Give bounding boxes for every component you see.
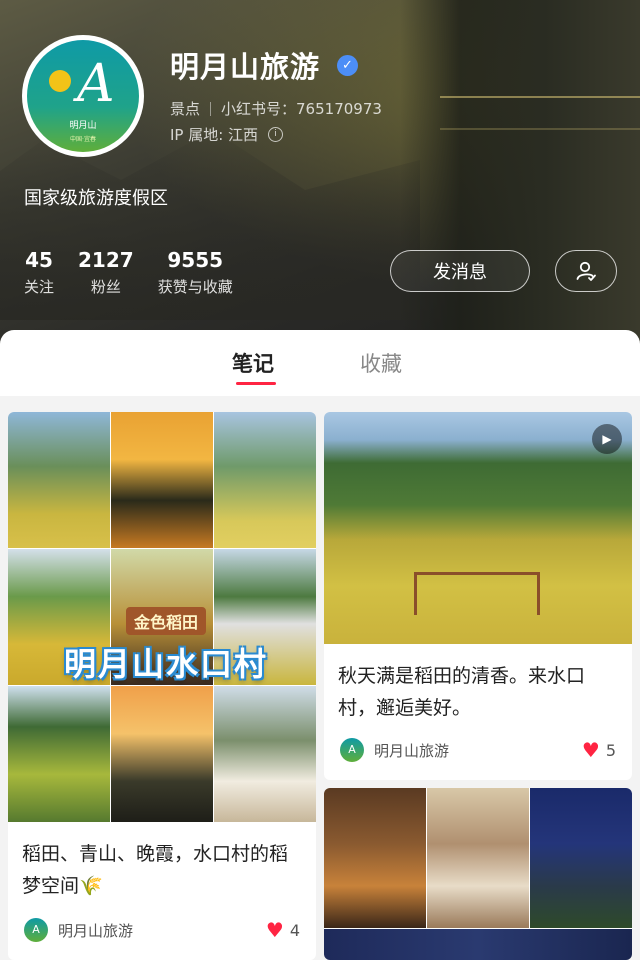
note-title: 秋天满是稻田的清香。来水口村，邂逅美好。 (338, 665, 586, 719)
collage-main-title: 明月山水口村 (63, 645, 268, 683)
stat-label: 关注 (24, 278, 55, 296)
profile-header: A 明月山 中国·宜春 明月山旅游 ✓ 景点 小红书号：765170973 IP… (0, 0, 640, 360)
collage-tile (214, 412, 316, 548)
profile-stats: 45 关注 2127 粉丝 9555 获赞与收藏 (24, 248, 257, 297)
verified-icon: ✓ (337, 55, 358, 76)
author-avatar: A (340, 738, 364, 762)
collage-tile (324, 929, 632, 960)
cliff-backdrop (400, 0, 640, 360)
stat-label: 获赞与收藏 (157, 278, 233, 296)
stat-value: 45 (25, 248, 53, 272)
note-card[interactable] (324, 788, 632, 960)
collage-tile (111, 412, 213, 548)
like-count: 4 (289, 920, 300, 940)
note-card[interactable]: ▶ 秋天满是稻田的清香。来水口村，邂逅美好。 A 明月山旅游 ♥ 5 (324, 412, 632, 780)
collage-tile (324, 788, 426, 928)
note-title: 稻田、青山、晚霞，水口村的稻梦空间🌾 (22, 843, 289, 897)
heart-icon: ♥ (581, 738, 600, 762)
divider (210, 101, 212, 116)
active-tab-indicator (236, 382, 276, 385)
sun-icon (49, 70, 71, 92)
collage-overlay-title: 金色稻田 明月山水口村 (26, 607, 306, 685)
avatar-logo: A 明月山 中国·宜春 (27, 40, 139, 152)
like-button[interactable]: ♥ 4 (266, 920, 300, 940)
note-cover-photo: ▶ (324, 412, 632, 644)
tab-notes[interactable]: 笔记 (232, 348, 274, 378)
stat-likes-collects[interactable]: 9555 获赞与收藏 (158, 248, 233, 297)
category-label: 景点 (170, 100, 201, 118)
collage-tile (530, 788, 632, 928)
send-message-button[interactable]: 发消息 (390, 250, 530, 292)
content-tabs: 笔记 收藏 (0, 330, 640, 396)
note-cover-collage: 金色稻田 明月山水口村 (8, 412, 316, 822)
info-icon[interactable]: i (268, 127, 284, 142)
note-card[interactable]: 金色稻田 明月山水口村 稻田、青山、晚霞，水口村的稻梦空间🌾 A 明月山旅游 ♥… (8, 412, 316, 960)
collage-tile (8, 412, 110, 548)
collage-tile (8, 686, 110, 822)
play-icon[interactable]: ▶ (592, 424, 622, 454)
collage-subtitle: 金色稻田 (125, 607, 206, 635)
ip-label: IP 属地: 江西 (170, 126, 259, 144)
author-name: 明月山旅游 (58, 921, 134, 940)
profile-bio: 国家级旅游度假区 (24, 188, 168, 209)
profile-name: 明月山旅游 (170, 50, 321, 84)
add-friend-icon (576, 261, 596, 281)
author-name: 明月山旅游 (374, 741, 450, 760)
tab-favorites[interactable]: 收藏 (360, 348, 402, 378)
add-friend-button[interactable] (555, 250, 617, 292)
avatar[interactable]: A 明月山 中国·宜春 (22, 35, 144, 157)
note-author[interactable]: A 明月山旅游 (340, 738, 449, 762)
stat-value: 9555 (167, 248, 224, 272)
cliff-walkway (440, 96, 640, 130)
collage-tile (427, 788, 529, 928)
stat-following[interactable]: 45 关注 (24, 248, 54, 297)
author-avatar: A (24, 918, 48, 942)
profile-meta: 景点 小红书号：765170973 (170, 98, 382, 119)
like-count: 5 (605, 740, 616, 760)
stat-label: 粉丝 (90, 278, 121, 296)
xhs-id[interactable]: 小红书号：765170973 (221, 98, 382, 119)
wooden-platform (414, 572, 540, 615)
stat-value: 2127 (78, 248, 134, 272)
avatar-caption: 明月山 (69, 121, 97, 131)
note-cover-collage (324, 788, 632, 960)
heart-icon: ♥ (265, 918, 284, 942)
note-author[interactable]: A 明月山旅游 (24, 918, 133, 942)
collage-tile (111, 686, 213, 822)
avatar-subcaption: 中国·宜春 (70, 136, 96, 143)
stat-followers[interactable]: 2127 粉丝 (78, 248, 134, 297)
logo-mark: A (77, 54, 115, 114)
collage-tile (214, 686, 316, 822)
like-button[interactable]: ♥ 5 (582, 740, 616, 760)
ip-location: IP 属地: 江西 i (170, 124, 284, 145)
